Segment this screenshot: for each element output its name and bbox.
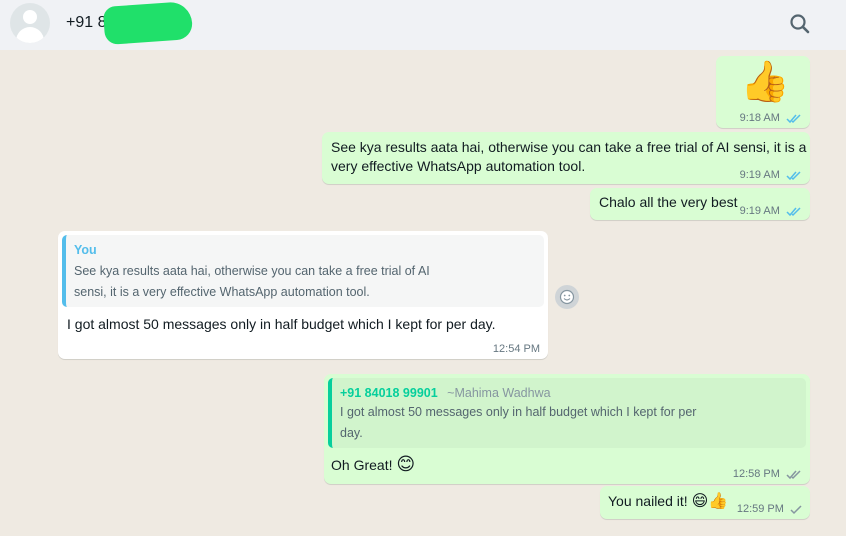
quoted-author: You	[74, 243, 97, 257]
message-text-content: Oh Great!	[331, 457, 397, 473]
message-outgoing-emoji[interactable]: 👍 9:18 AM	[716, 56, 810, 128]
message-time: 9:19 AM	[739, 205, 780, 217]
search-button[interactable]	[786, 10, 814, 38]
smiley-icon	[559, 289, 575, 305]
search-icon	[790, 14, 810, 34]
message-outgoing[interactable]: +91 84018 99901 ~Mahima Wadhwa I got alm…	[324, 374, 810, 484]
message-text-line: See kya results aata hai, otherwise you …	[331, 139, 807, 155]
message-meta: 9:18 AM	[740, 112, 802, 124]
smiling-face-emoji: 😊	[396, 454, 416, 474]
message-list[interactable]: 👍 9:18 AM See kya results aata hai, othe…	[0, 50, 846, 536]
chat-header: +91 8	[0, 0, 846, 50]
message-meta: 9:19 AM	[740, 205, 802, 217]
message-meta: 12:59 PM	[737, 503, 802, 515]
redaction-mark	[102, 0, 194, 46]
quoted-message[interactable]: +91 84018 99901 ~Mahima Wadhwa I got alm…	[328, 378, 806, 448]
quoted-text: See kya results aata hai, otherwise you …	[74, 261, 536, 303]
message-meta: 12:58 PM	[733, 468, 802, 480]
message-outgoing[interactable]: Chalo all the very best 9:19 AM	[590, 188, 810, 220]
quoted-text-line: I got almost 50 messages only in half bu…	[340, 405, 697, 419]
message-outgoing[interactable]: See kya results aata hai, otherwise you …	[322, 132, 810, 184]
message-time: 9:18 AM	[739, 112, 780, 124]
double-check-read-icon	[786, 207, 801, 216]
message-meta: 12:54 PM	[493, 343, 540, 355]
avatar-head-shape	[23, 10, 37, 24]
contact-name[interactable]: +91 8	[66, 14, 106, 32]
quoted-text-line: sensi, it is a very effective WhatsApp a…	[74, 285, 370, 299]
quoted-message[interactable]: You See kya results aata hai, otherwise …	[62, 235, 544, 307]
message-text-content: You nailed it!	[608, 493, 692, 509]
quoted-text-line: See kya results aata hai, otherwise you …	[74, 264, 430, 278]
contact-avatar[interactable]	[10, 3, 50, 43]
message-text: Chalo all the very best	[599, 194, 738, 210]
message-meta: 9:19 AM	[740, 169, 802, 181]
thumbs-up-emoji: 👍	[740, 60, 790, 104]
react-button[interactable]	[555, 285, 579, 309]
quoted-author-number: +91 84018 99901	[340, 386, 438, 400]
quoted-author-name: ~Mahima Wadhwa	[447, 386, 551, 400]
single-check-sent-icon	[790, 505, 802, 514]
double-check-delivered-icon	[786, 470, 801, 479]
message-text-line: very effective WhatsApp automation tool.	[331, 158, 586, 174]
quoted-author: +91 84018 99901 ~Mahima Wadhwa	[340, 384, 798, 402]
message-time: 12:54 PM	[492, 343, 540, 355]
quoted-text: I got almost 50 messages only in half bu…	[340, 402, 798, 444]
avatar-body-shape	[16, 27, 44, 43]
message-text: I got almost 50 messages only in half bu…	[67, 316, 496, 332]
message-text: You nailed it! 😄👍	[608, 492, 728, 511]
message-time: 12:59 PM	[736, 503, 784, 515]
double-check-read-icon	[786, 114, 801, 123]
message-outgoing[interactable]: You nailed it! 😄👍 12:59 PM	[600, 486, 810, 519]
message-text: Oh Great! 😊	[331, 455, 415, 475]
message-incoming[interactable]: You See kya results aata hai, otherwise …	[58, 231, 548, 359]
message-time: 12:58 PM	[732, 468, 780, 480]
quoted-text-line: day.	[340, 426, 363, 440]
message-time: 9:19 AM	[739, 169, 780, 181]
double-check-read-icon	[786, 171, 801, 180]
laughing-thumbs-up-emoji: 😄👍	[691, 493, 729, 510]
